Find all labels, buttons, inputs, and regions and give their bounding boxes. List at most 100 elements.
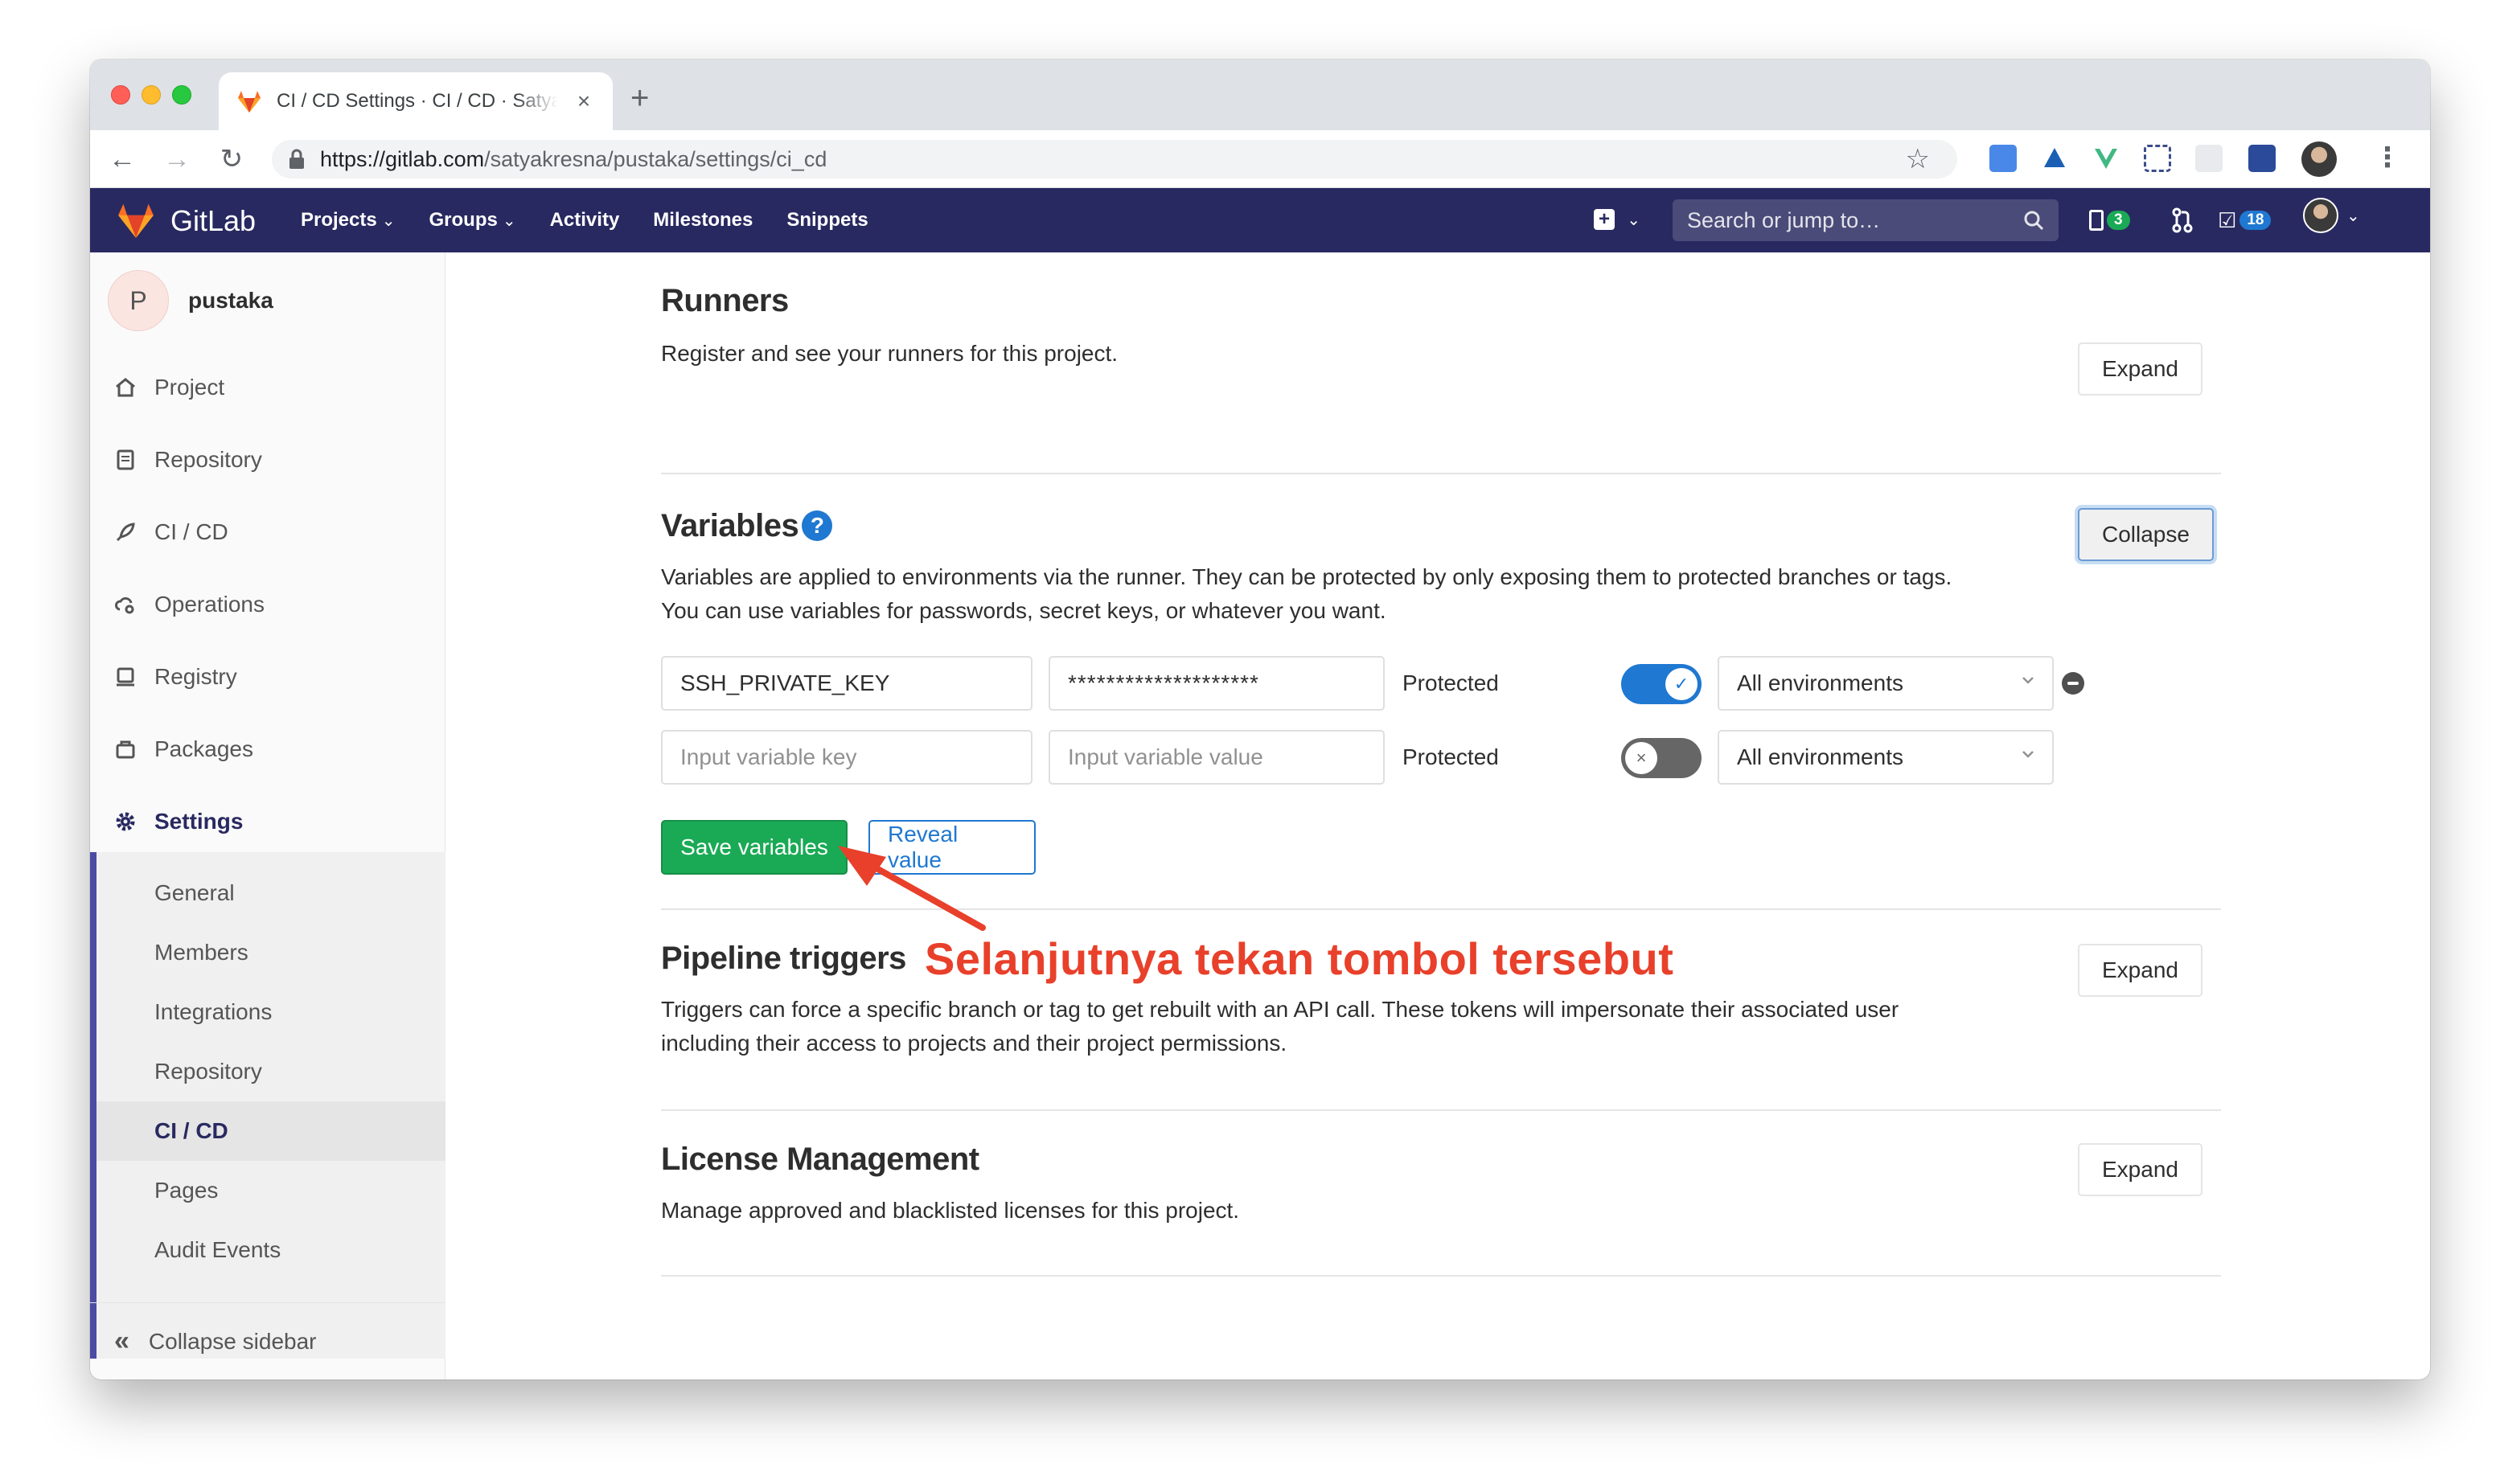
address-bar[interactable]: https://gitlab.com/satyakresna/pustaka/s… [272,140,1957,178]
sidebar-item-operations[interactable]: Operations [90,576,445,633]
bookmark-star-icon[interactable]: ☆ [1906,143,1930,175]
todo-check-icon: ☑ [2218,207,2237,232]
license-management-description: Manage approved and blacklisted licenses… [661,1198,1240,1223]
variables-collapse-button[interactable]: Collapse [2078,508,2214,561]
runners-expand-button[interactable]: Expand [2078,342,2202,396]
sidebar-subitem-integrations[interactable]: Integrations [96,982,445,1042]
browser-window: CI / CD Settings · CI / CD · Satyakresna… [90,59,2430,1379]
sidebar-item-label: CI / CD [154,519,228,544]
todos-button[interactable]: ☑ 18 [2218,207,2272,233]
runners-description: Register and see your runners for this p… [661,341,1119,366]
license-management-title: License Management [661,1142,979,1177]
minimize-window-button[interactable] [142,85,161,105]
annotation-arrow-icon [838,846,986,931]
back-arrow-icon[interactable]: ← [106,141,138,177]
close-window-button[interactable] [111,85,130,105]
help-question-icon[interactable]: ? [802,510,833,541]
sidebar-subitem-label: General [154,880,235,905]
environment-select[interactable]: All environments [1718,656,2054,711]
variable-value-input[interactable]: ******************** [1049,656,1385,711]
sidebar-item-settings[interactable]: Settings [90,793,445,851]
gitlab-logo-icon[interactable] [116,201,156,240]
sidebar-item-project[interactable]: Project [90,359,445,416]
browser-tab[interactable]: CI / CD Settings · CI / CD · Satyakresna… [219,72,613,130]
save-variables-button[interactable]: Save variables [661,820,848,875]
remove-variable-icon[interactable] [2062,672,2084,695]
lock-icon [289,149,304,169]
search-placeholder: Search or jump to… [1687,207,1881,232]
plus-square-icon: + [1594,209,1615,230]
menu-kebab-icon[interactable]: ⋮ [2374,143,2401,172]
new-tab-button[interactable]: + [630,82,649,114]
user-avatar [2303,198,2338,233]
sidebar-subitem-ci-cd[interactable]: CI / CD [96,1101,445,1161]
search-input[interactable]: Search or jump to… [1673,199,2059,241]
sidebar-subitem-label: Repository [154,1059,262,1084]
sidebar-item-packages[interactable]: Packages [90,720,445,778]
pipeline-triggers-expand-button[interactable]: Expand [2078,944,2202,997]
sidebar-subitem-label: Pages [154,1178,219,1203]
chevron-down-icon [2022,677,2034,684]
chevron-down-icon: ⌄ [502,212,516,230]
sidebar-item-registry[interactable]: Registry [90,648,445,706]
nav-activity[interactable]: Activity [550,209,620,232]
doc-icon [117,449,134,470]
profile-avatar[interactable] [2301,141,2337,177]
double-chevron-left-icon: « [114,1326,129,1356]
project-name: pustaka [188,288,273,313]
environment-select-value: All environments [1737,744,1903,769]
nav-milestones[interactable]: Milestones [653,209,753,232]
merge-requests-button[interactable] [2171,207,2194,233]
drive-extension-icon[interactable] [2041,145,2068,172]
new-item-dropdown[interactable]: + ⌄ [1594,206,1640,231]
nav-projects[interactable]: Projects ⌄ [301,209,395,232]
variable-value-input-empty[interactable]: Input variable value [1049,730,1385,785]
gitlab-brand[interactable]: GitLab [170,204,256,238]
sidebar-item-repository[interactable]: Repository [90,431,445,489]
tab-close-icon[interactable]: × [573,88,595,114]
sidebar-item-label: Project [154,375,225,400]
translate-extension-icon[interactable] [1989,145,2017,172]
protected-toggle-off[interactable]: × [1621,738,1702,778]
reload-icon[interactable]: ↻ [216,141,248,177]
project-avatar: P [108,270,169,331]
collapse-sidebar-button[interactable]: « Collapse sidebar [90,1302,445,1379]
nav-groups-label: Groups [429,209,498,231]
variable-key-input-empty[interactable]: Input variable key [661,730,1032,785]
grey-extension-icon[interactable] [2195,145,2223,172]
sidebar-subitem-members[interactable]: Members [96,923,445,982]
gitlab-favicon-icon [238,91,261,113]
home-icon [116,378,135,397]
notion-extension-icon[interactable] [2144,145,2171,172]
nav-groups[interactable]: Groups ⌄ [429,209,515,232]
project-header[interactable]: P pustaka [108,270,273,331]
nav-snippets[interactable]: Snippets [786,209,868,232]
license-management-section: License Management Manage approved and b… [661,1142,2221,1228]
environment-select[interactable]: All environments [1718,730,2054,785]
sidebar-item-ci-cd[interactable]: CI / CD [90,503,445,561]
url-host: https://gitlab.com [320,146,485,171]
protected-toggle-on[interactable]: ✓ [1621,664,1702,704]
issues-icon [2089,210,2104,231]
variables-section: Variables? Variables are applied to envi… [661,508,2221,628]
x-icon: × [1625,742,1657,774]
protected-label: Protected [1402,744,1499,769]
merge-request-icon [2172,207,2193,233]
issues-button[interactable]: 3 [2089,207,2130,233]
sidebar-subitem-repository[interactable]: Repository [96,1042,445,1101]
sidebar-subitem-general[interactable]: General [96,863,445,923]
sidebar-item-label: Packages [154,736,253,761]
license-management-expand-button[interactable]: Expand [2078,1143,2202,1196]
url-text: https://gitlab.com/satyakresna/pustaka/s… [320,147,827,172]
sidebar-subitem-pages[interactable]: Pages [96,1161,445,1220]
sidebar-subitem-audit-events[interactable]: Audit Events [96,1220,445,1280]
maximize-window-button[interactable] [172,85,191,105]
vue-devtools-icon[interactable] [2092,145,2120,172]
package-icon [116,740,135,759]
zotero-extension-icon[interactable] [2248,145,2276,172]
variable-key-input[interactable]: SSH_PRIVATE_KEY [661,656,1032,711]
tab-strip: CI / CD Settings · CI / CD · Satyakresna… [90,59,2430,130]
user-menu[interactable]: ⌄ [2303,198,2360,233]
forward-arrow-icon[interactable]: → [161,141,193,177]
gitlab-header: GitLab Projects ⌄ Groups ⌄ Activity Milest… [90,188,2430,252]
